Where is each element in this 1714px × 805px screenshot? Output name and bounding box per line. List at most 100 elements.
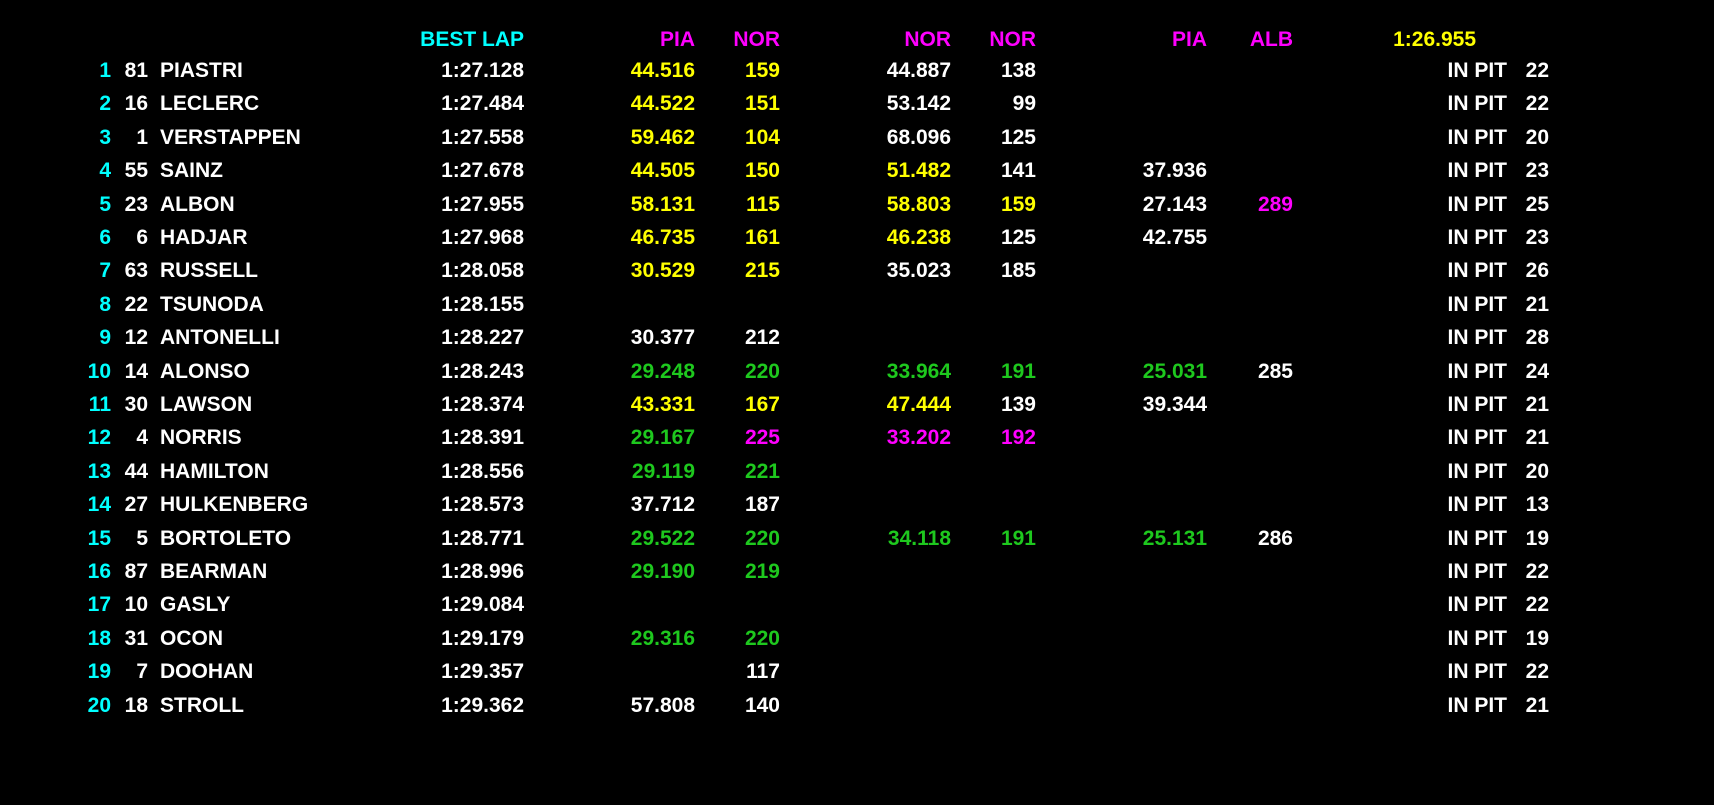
lap-count: 13 bbox=[1525, 493, 1549, 516]
sector1-time: 46.735 bbox=[630, 226, 695, 249]
position: 13 bbox=[87, 460, 111, 483]
pit-status: IN PIT bbox=[1447, 159, 1507, 182]
pit-status: IN PIT bbox=[1447, 460, 1507, 483]
best-lap-time: 1:27.678 bbox=[441, 159, 524, 182]
best-lap-time: 1:29.357 bbox=[441, 660, 524, 683]
best-lap-time: 1:28.573 bbox=[441, 493, 524, 516]
position: 8 bbox=[99, 293, 111, 316]
car-number: 10 bbox=[124, 593, 148, 616]
car-number: 14 bbox=[124, 360, 148, 383]
position: 18 bbox=[87, 627, 111, 650]
pit-status: IN PIT bbox=[1447, 92, 1507, 115]
best-lap-time: 1:27.484 bbox=[441, 92, 524, 115]
car-number: 1 bbox=[136, 126, 148, 149]
best-lap-time: 1:28.155 bbox=[441, 293, 524, 316]
sector1-speed: 220 bbox=[744, 527, 780, 550]
lap-count: 28 bbox=[1525, 326, 1549, 349]
lap-count: 22 bbox=[1525, 660, 1549, 683]
sector2-time: 53.142 bbox=[886, 92, 951, 115]
car-number: 44 bbox=[124, 460, 148, 483]
lap-count: 22 bbox=[1525, 560, 1549, 583]
best-lap-time: 1:28.556 bbox=[441, 460, 524, 483]
sector1-time: 37.712 bbox=[630, 493, 695, 516]
lap-count: 21 bbox=[1525, 426, 1549, 449]
driver-name: ANTONELLI bbox=[160, 326, 280, 349]
lap-count: 22 bbox=[1525, 92, 1549, 115]
position: 1 bbox=[99, 59, 111, 82]
position: 10 bbox=[87, 360, 111, 383]
driver-name: SAINZ bbox=[160, 159, 223, 182]
header-sector3-speed-driver: ALB bbox=[1249, 28, 1293, 51]
driver-name: TSUNODA bbox=[160, 293, 264, 316]
sector1-time: 30.377 bbox=[630, 326, 695, 349]
pit-status: IN PIT bbox=[1447, 126, 1507, 149]
sector1-time: 58.131 bbox=[630, 193, 695, 216]
driver-name: GASLY bbox=[160, 593, 231, 616]
car-number: 7 bbox=[136, 660, 148, 683]
sector1-time: 30.529 bbox=[630, 259, 695, 282]
pit-status: IN PIT bbox=[1447, 59, 1507, 82]
position: 15 bbox=[87, 527, 111, 550]
best-lap-time: 1:28.996 bbox=[441, 560, 524, 583]
best-lap-time: 1:27.968 bbox=[441, 226, 524, 249]
driver-name: BEARMAN bbox=[160, 560, 268, 583]
position: 16 bbox=[87, 560, 111, 583]
lap-count: 20 bbox=[1525, 460, 1549, 483]
pit-status: IN PIT bbox=[1447, 426, 1507, 449]
lap-count: 19 bbox=[1525, 527, 1549, 550]
best-lap-time: 1:28.374 bbox=[441, 393, 524, 416]
header-best-lap: BEST LAP bbox=[420, 28, 524, 51]
sector1-speed: 159 bbox=[744, 59, 780, 82]
sector1-speed: 212 bbox=[744, 326, 780, 349]
sector2-time: 35.023 bbox=[886, 259, 951, 282]
car-number: 87 bbox=[124, 560, 148, 583]
sector2-speed: 159 bbox=[1000, 193, 1036, 216]
best-lap-time: 1:27.955 bbox=[441, 193, 524, 216]
driver-name: NORRIS bbox=[160, 426, 242, 449]
driver-name: HADJAR bbox=[160, 226, 248, 249]
sector1-speed: 150 bbox=[744, 159, 780, 182]
pit-status: IN PIT bbox=[1447, 393, 1507, 416]
best-lap-time: 1:29.179 bbox=[441, 627, 524, 650]
sector1-time: 43.331 bbox=[630, 393, 695, 416]
sector2-speed: 139 bbox=[1000, 393, 1036, 416]
car-number: 5 bbox=[136, 527, 148, 550]
car-number: 63 bbox=[124, 259, 148, 282]
sector3-time: 25.031 bbox=[1142, 360, 1207, 383]
position: 3 bbox=[99, 126, 111, 149]
lap-count: 21 bbox=[1525, 393, 1549, 416]
sector2-time: 33.964 bbox=[886, 360, 951, 383]
car-number: 4 bbox=[136, 426, 148, 449]
pit-status: IN PIT bbox=[1447, 560, 1507, 583]
sector2-speed: 125 bbox=[1000, 126, 1036, 149]
sector2-speed: 185 bbox=[1000, 259, 1036, 282]
sector3-time: 27.143 bbox=[1142, 193, 1207, 216]
sector2-time: 58.803 bbox=[886, 193, 951, 216]
sector1-speed: 167 bbox=[744, 393, 780, 416]
sector1-time: 57.808 bbox=[630, 694, 695, 717]
sector1-speed: 225 bbox=[744, 426, 780, 449]
driver-name: HAMILTON bbox=[160, 460, 269, 483]
best-lap-time: 1:28.058 bbox=[441, 259, 524, 282]
position: 2 bbox=[99, 92, 111, 115]
car-number: 23 bbox=[124, 193, 148, 216]
driver-name: LECLERC bbox=[160, 92, 260, 115]
sector1-speed: 220 bbox=[744, 360, 780, 383]
sector2-speed: 99 bbox=[1012, 92, 1036, 115]
sector1-speed: 115 bbox=[746, 193, 780, 216]
sector1-time: 29.522 bbox=[630, 527, 695, 550]
sector1-time: 44.522 bbox=[630, 92, 695, 115]
driver-name: HULKENBERG bbox=[160, 493, 309, 516]
header-sector1-speed-driver: NOR bbox=[733, 28, 780, 51]
driver-name: ALBON bbox=[160, 193, 235, 216]
pit-status: IN PIT bbox=[1447, 694, 1507, 717]
car-number: 12 bbox=[124, 326, 148, 349]
lap-count: 22 bbox=[1525, 593, 1549, 616]
sector2-time: 47.444 bbox=[886, 393, 951, 416]
position: 4 bbox=[99, 159, 111, 182]
lap-count: 23 bbox=[1525, 226, 1549, 249]
sector2-speed: 192 bbox=[1000, 426, 1036, 449]
sector3-time: 37.936 bbox=[1142, 159, 1207, 182]
sector3-time: 39.344 bbox=[1142, 393, 1207, 416]
sector1-time: 59.462 bbox=[630, 126, 695, 149]
